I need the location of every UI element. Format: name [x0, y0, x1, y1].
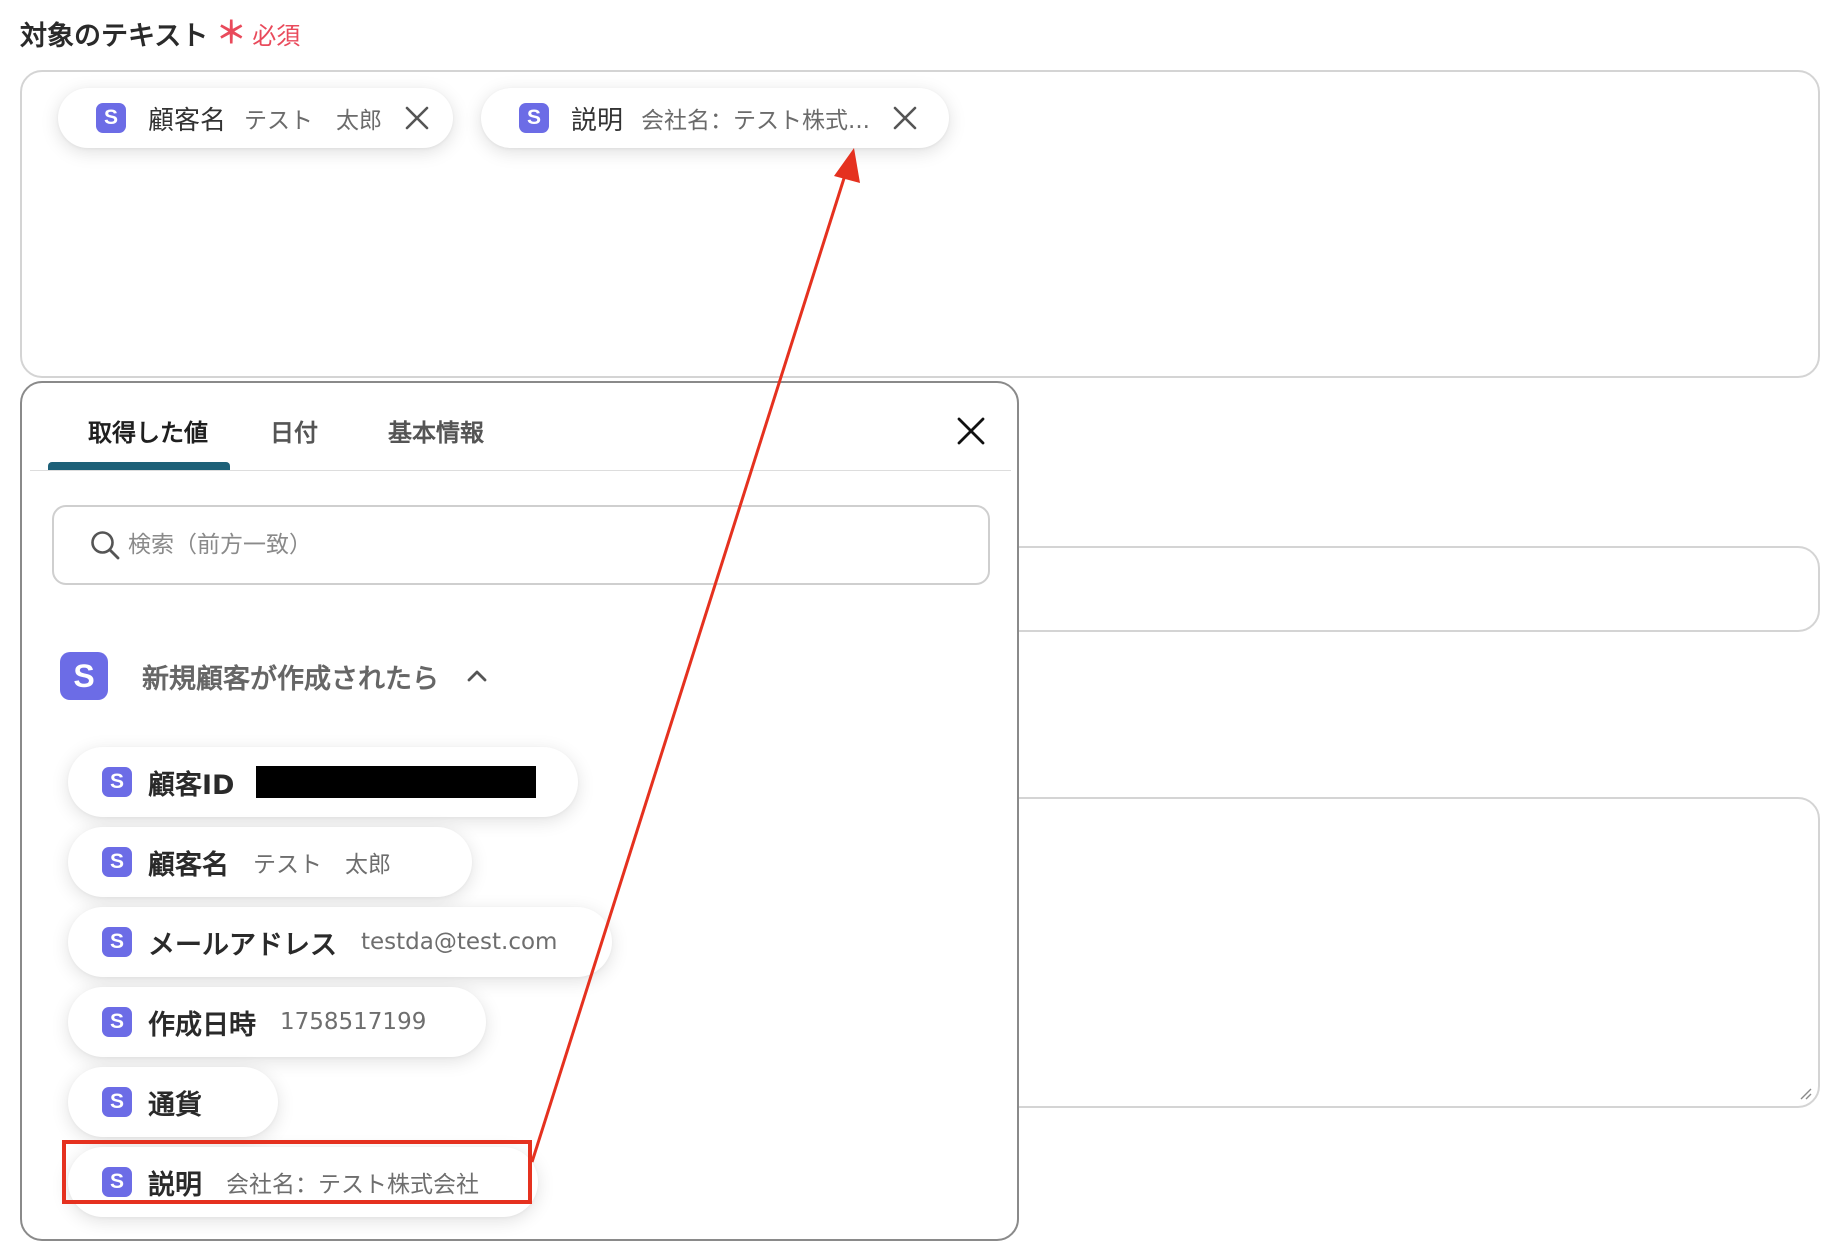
search-input[interactable]	[126, 531, 910, 559]
item-name: メールアドレス	[148, 929, 337, 961]
stripe-s-icon: S	[102, 767, 132, 797]
trigger-group-header[interactable]: S 新規顧客が作成されたら	[60, 652, 489, 700]
value-item-email[interactable]: S メールアドレス testda@test.com	[68, 907, 612, 977]
required-star: ＊	[216, 15, 247, 51]
value-picker-popup: 取得した値 日付 基本情報 S 新規顧客が作成されたら S 顧客ID S 顧客名…	[20, 381, 1019, 1241]
chip-name: 説明	[571, 105, 624, 136]
required-text: 必須	[252, 22, 301, 50]
redacted-value	[256, 766, 537, 798]
search-icon	[91, 531, 120, 560]
selected-chip-description[interactable]: S 説明 会社名：テスト株式...	[481, 88, 949, 148]
chip-value: テスト 太郎	[244, 108, 383, 134]
background-input-field[interactable]	[980, 546, 1820, 632]
close-icon[interactable]	[956, 416, 986, 446]
active-tab-indicator	[48, 462, 230, 470]
item-value: テスト 太郎	[253, 852, 391, 878]
stripe-s-icon: S	[60, 652, 108, 700]
stripe-s-icon: S	[96, 103, 126, 133]
value-item-customer-id[interactable]: S 顧客ID	[68, 747, 578, 817]
stripe-s-icon: S	[102, 1087, 132, 1117]
search-box	[52, 505, 990, 585]
item-name: 顧客ID	[148, 769, 235, 801]
field-label: 対象のテキスト ＊ 必須	[20, 14, 300, 53]
chip-name: 顧客名	[148, 105, 227, 136]
resize-grip-icon[interactable]	[1798, 1086, 1812, 1100]
item-name: 顧客名	[148, 849, 229, 881]
stripe-s-icon: S	[519, 103, 549, 133]
tab-date[interactable]: 日付	[270, 413, 318, 448]
tab-fetched-values[interactable]: 取得した値	[88, 413, 208, 448]
stripe-s-icon: S	[102, 927, 132, 957]
annotation-highlight-box	[62, 1140, 532, 1204]
item-value: 1758517199	[280, 1009, 427, 1035]
value-item-currency[interactable]: S 通貨	[68, 1067, 278, 1137]
tab-basic-info[interactable]: 基本情報	[388, 413, 484, 448]
group-title: 新規顧客が作成されたら	[142, 663, 439, 695]
item-name: 作成日時	[148, 1009, 256, 1041]
item-value: testda@test.com	[361, 929, 558, 955]
value-item-customer-name[interactable]: S 顧客名 テスト 太郎	[68, 827, 472, 897]
close-icon[interactable]	[404, 105, 430, 131]
chip-value: 会社名：テスト株式...	[641, 108, 870, 134]
value-item-created-at[interactable]: S 作成日時 1758517199	[68, 987, 486, 1057]
item-name: 通貨	[148, 1089, 202, 1121]
field-label-text: 対象のテキスト	[20, 21, 209, 52]
stripe-s-icon: S	[102, 1007, 132, 1037]
close-icon[interactable]	[892, 105, 918, 131]
stripe-s-icon: S	[102, 847, 132, 877]
selected-chip-customer-name[interactable]: S 顧客名 テスト 太郎	[58, 88, 453, 148]
popup-tabs: 取得した値 日付 基本情報	[30, 383, 1011, 471]
background-textarea-field[interactable]	[980, 797, 1820, 1108]
chevron-up-icon[interactable]	[465, 664, 489, 688]
